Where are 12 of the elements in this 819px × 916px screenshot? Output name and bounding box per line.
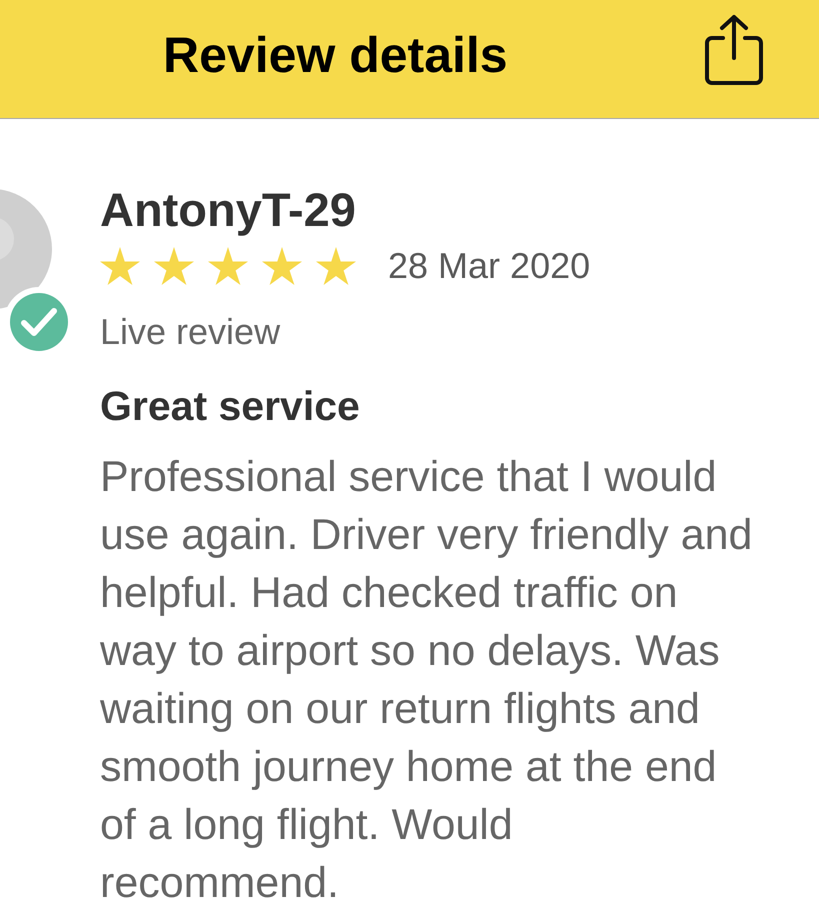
reviewer-name: AntonyT-29 [100, 183, 357, 237]
page-title: Review details [163, 30, 508, 80]
star-icon [100, 247, 140, 285]
review-title: Great service [100, 382, 361, 430]
share-icon [704, 14, 764, 86]
star-icon [208, 247, 248, 285]
star-icon [154, 247, 194, 285]
review-text: Professional service that I would use again. Driver very friendly and helpful. Had checked traffic on way to airport so no delays. Was waiting on our return flights and smooth journey home at the end of a long flight. Would recommend. [100, 452, 754, 909]
star-icon [262, 247, 302, 285]
review-status: Live review [100, 312, 282, 352]
star-icon [316, 247, 356, 285]
review-date: 28 Mar 2020 [388, 246, 590, 286]
